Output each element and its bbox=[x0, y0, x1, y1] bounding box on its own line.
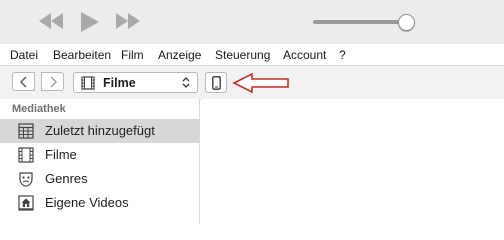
main-content bbox=[201, 99, 504, 224]
media-type-select-value: Filme bbox=[103, 76, 136, 90]
menu-account[interactable]: Account bbox=[283, 48, 326, 62]
fast-forward-icon[interactable] bbox=[115, 11, 141, 31]
media-type-select[interactable]: Filme bbox=[73, 72, 198, 93]
sidebar-item-label: Eigene Videos bbox=[45, 195, 129, 210]
menu-help[interactable]: ? bbox=[339, 48, 346, 62]
updown-chevron-icon bbox=[182, 77, 190, 88]
sidebar-item-movies[interactable]: Filme bbox=[0, 143, 199, 167]
masks-icon bbox=[19, 172, 33, 187]
back-button[interactable] bbox=[12, 72, 35, 91]
forward-button[interactable] bbox=[41, 72, 64, 91]
sidebar: Mediathek Zuletzt hinzugefügt Filme Genr… bbox=[0, 99, 200, 224]
sidebar-heading: Mediathek bbox=[12, 103, 66, 115]
menu-film[interactable]: Film bbox=[121, 48, 144, 62]
sidebar-item-label: Genres bbox=[45, 171, 88, 186]
menu-bearbeiten[interactable]: Bearbeiten bbox=[53, 48, 111, 62]
menu-bar: Datei Bearbeiten Film Anzeige Steuerung … bbox=[0, 44, 504, 65]
arrow-left-icon bbox=[232, 72, 289, 94]
sidebar-item-recently-added[interactable]: Zuletzt hinzugefügt bbox=[0, 119, 199, 143]
phone-icon bbox=[212, 76, 221, 90]
play-icon[interactable] bbox=[79, 11, 101, 33]
navigation-bar: Filme bbox=[0, 65, 504, 100]
chevron-right-icon bbox=[50, 76, 57, 88]
sidebar-item-label: Filme bbox=[45, 147, 77, 162]
home-video-icon bbox=[18, 195, 34, 211]
sidebar-item-label: Zuletzt hinzugefügt bbox=[45, 123, 155, 138]
film-icon bbox=[81, 76, 95, 90]
chevron-left-icon bbox=[20, 76, 27, 88]
player-bar bbox=[0, 0, 504, 45]
sidebar-item-home-videos[interactable]: Eigene Videos bbox=[0, 191, 199, 215]
grid-icon bbox=[18, 123, 34, 139]
menu-steuerung[interactable]: Steuerung bbox=[215, 48, 270, 62]
rewind-icon[interactable] bbox=[38, 11, 64, 31]
volume-slider-thumb[interactable] bbox=[398, 14, 415, 31]
device-button[interactable] bbox=[205, 72, 227, 93]
menu-datei[interactable]: Datei bbox=[10, 48, 38, 62]
menu-anzeige[interactable]: Anzeige bbox=[158, 48, 201, 62]
sidebar-item-genres[interactable]: Genres bbox=[0, 167, 199, 191]
film-icon bbox=[18, 147, 34, 163]
volume-slider-track[interactable] bbox=[313, 20, 405, 24]
